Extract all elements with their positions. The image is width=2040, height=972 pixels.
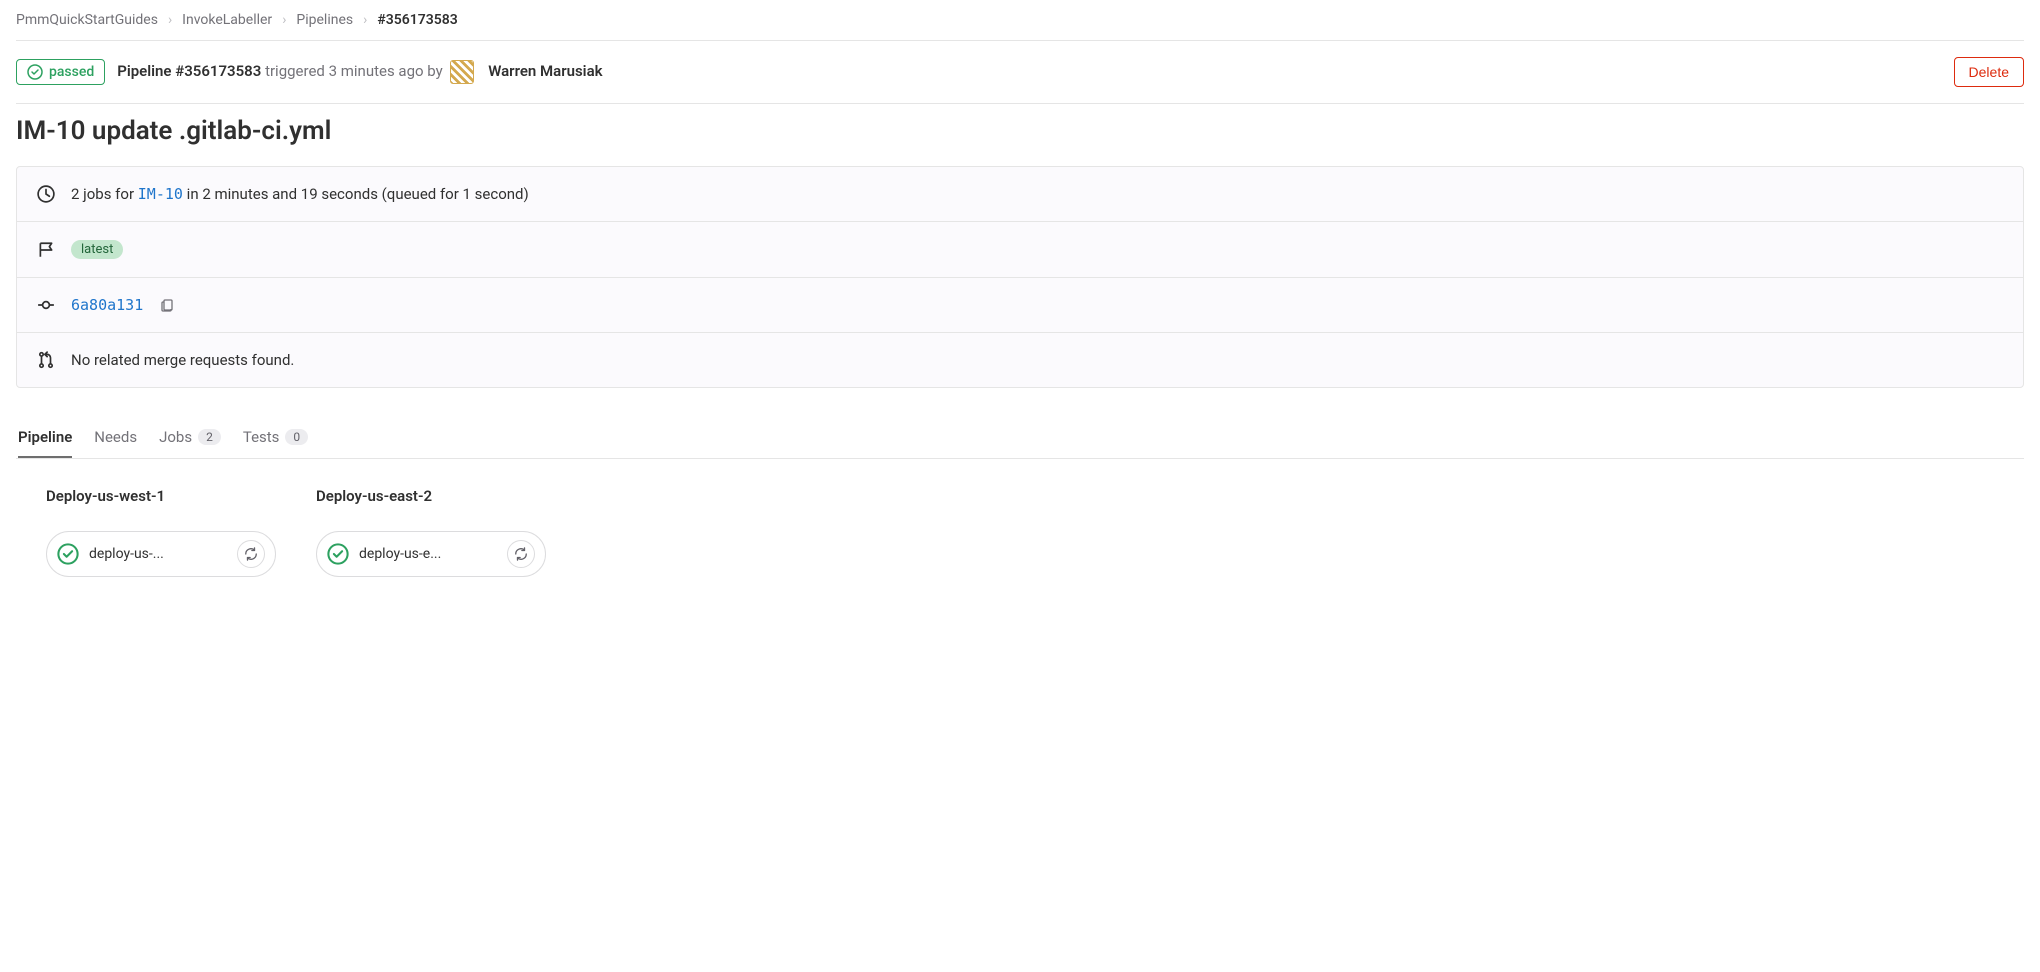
- pipeline-header-left: passed Pipeline #356173583 triggered 3 m…: [16, 59, 603, 85]
- retry-button[interactable]: [507, 540, 535, 568]
- tab-jobs-count: 2: [198, 429, 221, 445]
- flag-icon: [37, 241, 55, 259]
- check-circle-icon: [27, 64, 43, 80]
- commit-row: 6a80a131: [17, 278, 2023, 333]
- clipboard-icon: [159, 297, 175, 313]
- chevron-right-icon: ›: [168, 12, 172, 28]
- tab-tests-count: 0: [285, 429, 308, 445]
- jobs-summary-row: 2 jobs for IM-10 in 2 minutes and 19 sec…: [17, 167, 2023, 222]
- retry-icon: [244, 547, 258, 561]
- merge-requests-row: No related merge requests found.: [17, 333, 2023, 387]
- job-name: deploy-us-...: [89, 546, 164, 562]
- pipeline-header: passed Pipeline #356173583 triggered 3 m…: [16, 41, 2024, 103]
- jobs-summary-text: 2 jobs for IM-10 in 2 minutes and 19 sec…: [71, 185, 529, 203]
- retry-button[interactable]: [237, 540, 265, 568]
- pipeline-info-panel: 2 jobs for IM-10 in 2 minutes and 19 sec…: [16, 166, 2024, 388]
- job-pill[interactable]: deploy-us-e...: [316, 531, 546, 577]
- divider: [16, 103, 2024, 104]
- stage-name: Deploy-us-east-2: [316, 487, 546, 505]
- chevron-right-icon: ›: [282, 12, 286, 28]
- retry-icon: [514, 547, 528, 561]
- page-title: IM-10 update .gitlab-ci.yml: [16, 116, 2024, 146]
- tab-tests[interactable]: Tests 0: [243, 416, 308, 458]
- delete-button[interactable]: Delete: [1954, 57, 2024, 87]
- jobs-suffix: in 2 minutes and 19 seconds (queued for …: [187, 185, 529, 203]
- pipeline-stages: Deploy-us-west-1 deploy-us-... Deploy-us…: [16, 459, 2024, 605]
- pipeline-info: Pipeline #356173583 triggered 3 minutes …: [117, 60, 602, 84]
- merge-requests-text: No related merge requests found.: [71, 351, 294, 369]
- stage-name: Deploy-us-west-1: [46, 487, 276, 505]
- job-left: deploy-us-...: [57, 543, 164, 565]
- clock-icon: [37, 185, 55, 203]
- tab-pipeline[interactable]: Pipeline: [18, 416, 72, 458]
- job-name: deploy-us-e...: [359, 546, 441, 562]
- status-badge[interactable]: passed: [16, 59, 105, 85]
- triggered-text: triggered 3 minutes ago by: [265, 62, 443, 80]
- job-left: deploy-us-e...: [327, 543, 441, 565]
- chevron-right-icon: ›: [363, 12, 367, 28]
- check-circle-icon: [327, 543, 349, 565]
- merge-request-icon: [37, 351, 55, 369]
- jobs-prefix: 2 jobs for: [71, 185, 134, 203]
- latest-row: latest: [17, 222, 2023, 278]
- username[interactable]: Warren Marusiak: [488, 62, 602, 80]
- latest-badge: latest: [71, 240, 123, 259]
- job-pill[interactable]: deploy-us-...: [46, 531, 276, 577]
- breadcrumb: PmmQuickStartGuides › InvokeLabeller › P…: [16, 0, 2024, 40]
- avatar[interactable]: [450, 60, 474, 84]
- tab-tests-label: Tests: [243, 428, 280, 446]
- tab-needs[interactable]: Needs: [94, 416, 137, 458]
- stage: Deploy-us-west-1 deploy-us-...: [46, 487, 276, 577]
- breadcrumb-item[interactable]: InvokeLabeller: [182, 12, 272, 28]
- tab-jobs[interactable]: Jobs 2: [159, 416, 221, 458]
- commit-icon: [37, 296, 55, 314]
- branch-link[interactable]: IM-10: [138, 185, 183, 203]
- stage: Deploy-us-east-2 deploy-us-e...: [316, 487, 546, 577]
- breadcrumb-item[interactable]: Pipelines: [296, 12, 353, 28]
- commit-sha-link[interactable]: 6a80a131: [71, 296, 143, 314]
- pipeline-prefix: Pipeline: [117, 62, 171, 80]
- breadcrumb-item[interactable]: PmmQuickStartGuides: [16, 12, 158, 28]
- tabs: Pipeline Needs Jobs 2 Tests 0: [16, 416, 2024, 459]
- status-label: passed: [49, 64, 94, 80]
- copy-button[interactable]: [159, 297, 175, 313]
- pipeline-id: #356173583: [175, 62, 261, 80]
- tab-jobs-label: Jobs: [159, 428, 192, 446]
- breadcrumb-current: #356173583: [377, 12, 457, 28]
- check-circle-icon: [57, 543, 79, 565]
